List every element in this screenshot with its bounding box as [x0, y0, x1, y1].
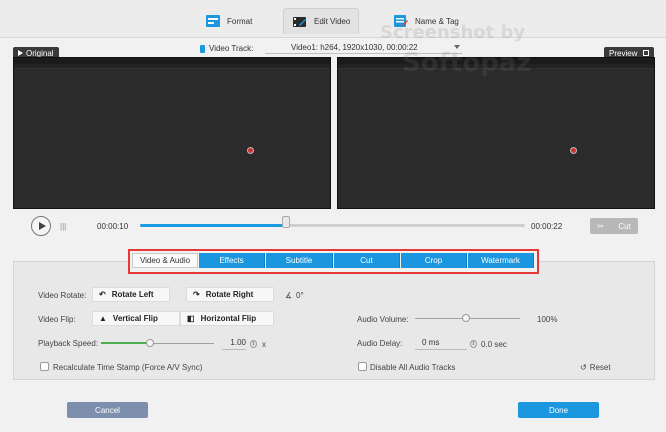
audio-delay-label: Audio Delay: — [357, 339, 403, 348]
audio-delay-input[interactable]: 0 ms — [415, 338, 467, 350]
vertical-flip-button[interactable]: ▲ Vertical Flip — [92, 311, 180, 326]
stepper-icon[interactable]: ⇕ — [250, 340, 257, 348]
scissors-icon: ✂ — [597, 221, 604, 231]
original-video-panel — [13, 57, 331, 209]
total-time: 00:00:22 — [531, 222, 563, 231]
edit-tab-effects[interactable]: Effects — [199, 253, 265, 268]
edit-tab-video-audio[interactable]: Video & Audio — [132, 253, 198, 268]
tab-format[interactable]: Format — [205, 8, 252, 34]
edit-tab-watermark[interactable]: Watermark — [468, 253, 534, 268]
video-frame-urlbar — [338, 64, 654, 69]
video-track-value: Video1: h264, 1920x1030, 00:00:22 — [291, 43, 418, 52]
video-flip-label: Video Flip: — [38, 315, 76, 324]
chevron-down-icon — [454, 45, 460, 49]
tab-name-tag-label: Name & Tag — [415, 16, 459, 26]
preview-video-panel — [337, 57, 655, 209]
seek-handle[interactable] — [282, 216, 291, 228]
vertical-flip-icon: ▲ — [99, 314, 107, 323]
stepper-icon[interactable]: ⇕ — [470, 340, 477, 348]
expand-icon[interactable] — [643, 50, 650, 56]
edit-tab-subtitle[interactable]: Subtitle — [266, 253, 333, 268]
tab-format-label: Format — [227, 16, 253, 26]
seek-progress — [140, 224, 287, 227]
rotate-left-button[interactable]: ↶ Rotate Left — [92, 287, 170, 302]
disable-audio-label: Disable All Audio Tracks — [370, 363, 456, 372]
rotate-left-icon: ↶ — [99, 290, 106, 299]
audio-delay-seconds: 0.0 sec — [481, 340, 507, 349]
film-icon — [200, 44, 205, 53]
video-track-select[interactable]: Video1: h264, 1920x1030, 00:00:22 — [265, 43, 462, 54]
format-icon — [205, 14, 221, 28]
video-rotate-label: Video Rotate: — [38, 291, 87, 300]
play-triangle-icon — [18, 50, 23, 56]
horizontal-flip-button[interactable]: ◧ Horizontal Flip — [180, 311, 274, 326]
rotate-right-button[interactable]: ↷ Rotate Right — [186, 287, 274, 302]
tab-edit-video[interactable]: Edit Video — [283, 8, 360, 34]
rotate-right-icon: ↷ — [193, 290, 200, 299]
video-frame-cursor-icon — [247, 147, 254, 154]
edit-tab-cut[interactable]: Cut — [334, 253, 400, 268]
video-frame-urlbar — [14, 64, 330, 69]
edit-tab-crop[interactable]: Crop — [401, 253, 467, 268]
playback-speed-fill — [101, 342, 150, 344]
cut-button[interactable]: ✂ Cut — [590, 218, 638, 234]
edit-video-icon — [292, 15, 308, 29]
name-tag-icon — [393, 14, 409, 28]
audio-volume-handle[interactable] — [462, 314, 470, 322]
current-time: 00:00:10 — [97, 222, 129, 231]
top-tab-bar: Format Edit Video Name & Tag — [0, 0, 666, 38]
disable-audio-checkbox[interactable] — [358, 362, 367, 371]
playback-speed-input[interactable]: 1.00 — [222, 338, 246, 350]
angle-icon: ∡ — [285, 291, 293, 300]
tab-edit-video-label: Edit Video — [314, 17, 351, 26]
recalculate-label: Recalculate Time Stamp (Force A/V Sync) — [53, 363, 203, 372]
audio-volume-label: Audio Volume: — [357, 315, 409, 324]
reset-button[interactable]: ↺ Reset — [580, 363, 611, 372]
video-track-label: Video Track: — [200, 44, 253, 53]
rotation-value: 0° — [296, 291, 304, 300]
done-button[interactable]: Done — [518, 402, 599, 418]
horizontal-flip-icon: ◧ — [187, 314, 195, 323]
playback-speed-unit: x — [262, 340, 266, 349]
seek-track[interactable] — [140, 224, 525, 227]
play-button[interactable] — [31, 216, 51, 236]
reset-icon: ↺ — [580, 363, 587, 372]
playback-speed-handle[interactable] — [145, 339, 154, 347]
playback-speed-label: Playback Speed: — [38, 339, 99, 348]
frame-step-icon[interactable]: ||| — [60, 222, 66, 231]
recalculate-checkbox[interactable] — [40, 362, 49, 371]
cancel-button[interactable]: Cancel — [67, 402, 148, 418]
audio-volume-value: 100% — [537, 315, 558, 324]
video-frame-cursor-icon — [570, 147, 577, 154]
tab-name-tag[interactable]: Name & Tag — [393, 8, 459, 34]
